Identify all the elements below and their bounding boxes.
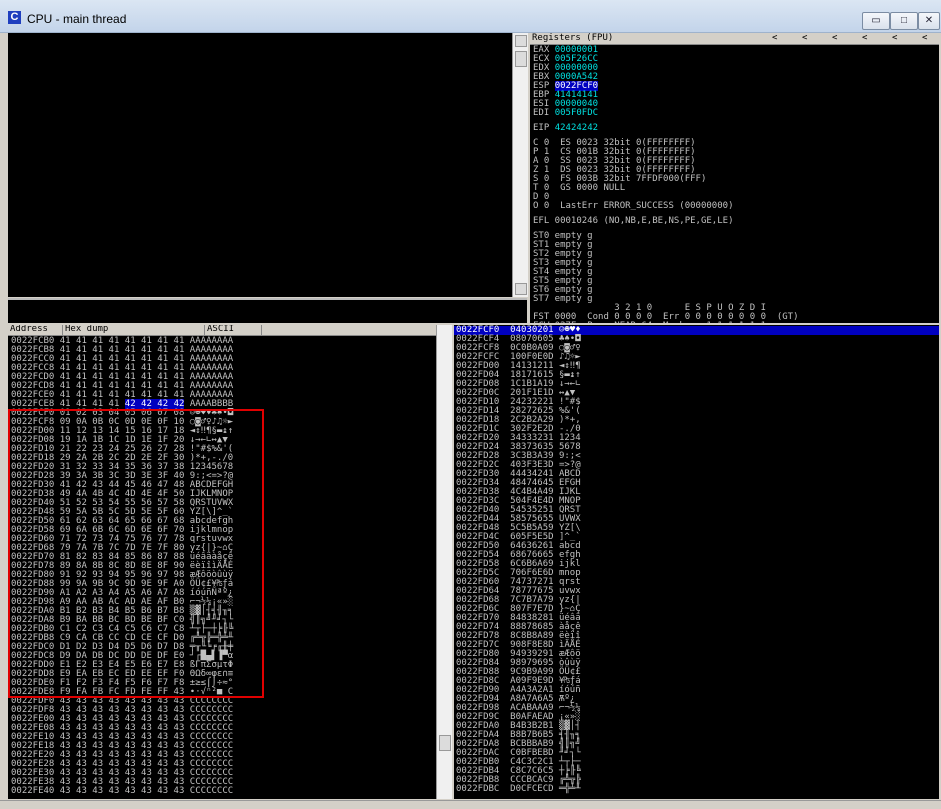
- minimize-button[interactable]: ▭: [862, 12, 890, 30]
- register-line[interactable]: EIP 42424242: [533, 124, 598, 133]
- column-ascii[interactable]: ASCII: [205, 325, 262, 335]
- scroll-down-arrow-icon[interactable]: [515, 283, 527, 295]
- register-line[interactable]: EDI 005F0FDC: [533, 109, 598, 118]
- app-icon: C: [8, 11, 21, 24]
- registers-pane[interactable]: Registers (FPU) < < < < < < EAX 00000001…: [530, 33, 939, 323]
- register-line[interactable]: FCW 027F Prec NEAR,64 Mask 1 1 1 1 1 1: [533, 322, 766, 324]
- stack-row[interactable]: 0022FDBC D0CFCECD ═╬╧╨: [456, 785, 581, 794]
- close-button[interactable]: ✕: [918, 12, 940, 30]
- dump-scrollbar[interactable]: [436, 325, 452, 799]
- column-hex-dump[interactable]: Hex dump: [63, 325, 205, 335]
- prev-arrow-icon[interactable]: <: [862, 34, 872, 43]
- stack-pane[interactable]: 0022FCF0 04030201 ☺☻♥♦ 0022FCF4 08070605 …: [454, 325, 939, 799]
- dump-header: Address Hex dump ASCII: [8, 325, 436, 336]
- info-pane: [8, 298, 527, 323]
- prev-arrow-icon[interactable]: <: [772, 34, 782, 43]
- disassembly-scrollbar[interactable]: [512, 33, 528, 297]
- window-title: CPU - main thread: [27, 12, 127, 26]
- column-address[interactable]: Address: [8, 325, 63, 335]
- prev-arrow-icon[interactable]: <: [832, 34, 842, 43]
- highlight-box: [8, 409, 264, 698]
- scroll-thumb[interactable]: [515, 51, 527, 67]
- register-line[interactable]: EFL 00010246 (NO,NB,E,BE,NS,PE,GE,LE): [533, 217, 733, 226]
- registers-title: Registers (FPU): [532, 33, 614, 43]
- register-line[interactable]: O 0 LastErr ERROR_SUCCESS (00000000): [533, 202, 733, 211]
- hex-dump-pane[interactable]: Address Hex dump ASCII 0022FCB0 41 41 41…: [8, 325, 436, 799]
- scroll-up-arrow-icon[interactable]: [515, 35, 527, 47]
- scroll-thumb[interactable]: [439, 735, 451, 751]
- title-bar: C CPU - main thread ▭ □ ✕: [0, 0, 941, 33]
- maximize-button[interactable]: □: [890, 12, 918, 30]
- dump-row[interactable]: 0022FE40 43 43 43 43 43 43 43 43 CCCCCCC…: [11, 787, 233, 796]
- disassembly-pane[interactable]: [8, 33, 512, 297]
- prev-arrow-icon[interactable]: <: [922, 34, 932, 43]
- prev-arrow-icon[interactable]: <: [892, 34, 902, 43]
- registers-header[interactable]: Registers (FPU) < < < < < <: [530, 33, 939, 45]
- prev-arrow-icon[interactable]: <: [802, 34, 812, 43]
